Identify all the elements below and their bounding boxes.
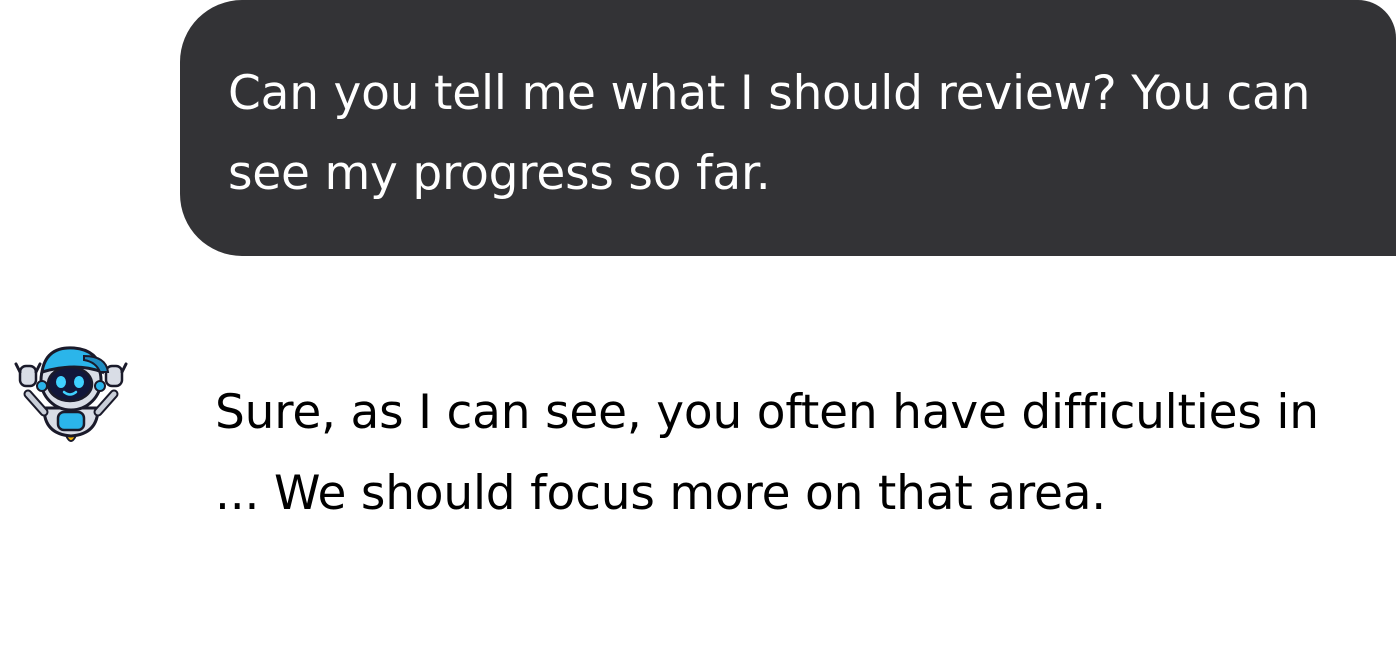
user-message-text: Can you tell me what I should review? Yo…	[228, 66, 1311, 201]
user-message-bubble: Can you tell me what I should review? Yo…	[180, 0, 1396, 256]
assistant-message: Sure, as I can see, you often have diffi…	[0, 330, 1396, 660]
robot-mascot-icon	[14, 342, 128, 452]
assistant-message-text: Sure, as I can see, you often have diffi…	[215, 385, 1319, 521]
chat-thread: Can you tell me what I should review? Yo…	[0, 0, 1396, 660]
